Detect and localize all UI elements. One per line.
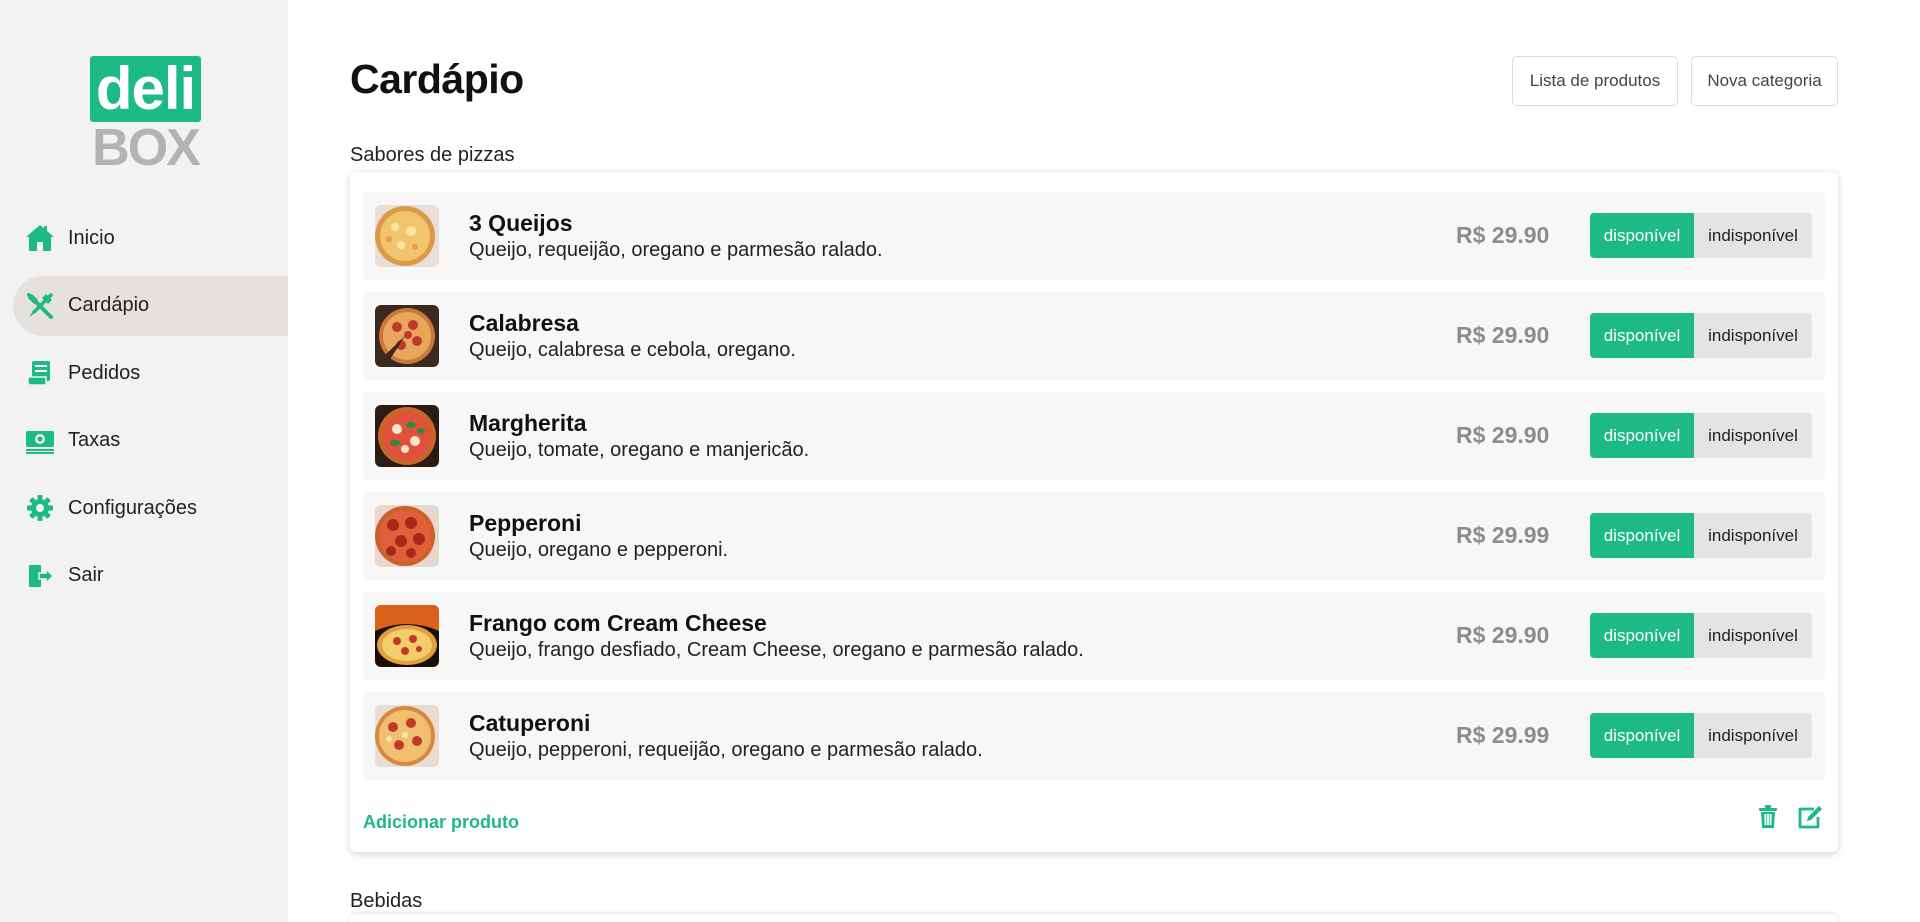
unavailable-button[interactable]: indisponível xyxy=(1694,613,1812,658)
unavailable-button[interactable]: indisponível xyxy=(1694,313,1812,358)
product-image xyxy=(375,305,439,367)
product-row[interactable]: Pepperoni Queijo, oregano e pepperoni. R… xyxy=(363,492,1825,580)
sidebar-nav: Inicio Cardápio Pedidos Taxas Configuraç… xyxy=(13,208,288,613)
product-image xyxy=(375,705,439,767)
product-list-button[interactable]: Lista de produtos xyxy=(1512,56,1678,106)
page-title: Cardápio xyxy=(350,56,524,102)
product-description: Queijo, frango desfiado, Cream Cheese, o… xyxy=(469,639,1084,661)
category-title: Sabores de pizzas xyxy=(350,144,515,166)
money-icon xyxy=(25,426,55,456)
product-name: Pepperoni xyxy=(469,510,582,536)
product-name: Frango com Cream Cheese xyxy=(469,610,767,636)
product-row[interactable]: Margherita Queijo, tomate, oregano e man… xyxy=(363,392,1825,480)
product-image xyxy=(375,605,439,667)
availability-toggle: disponível indisponível xyxy=(1590,413,1812,458)
product-image xyxy=(375,405,439,467)
logo-deli: deli xyxy=(90,56,201,122)
sidebar-item-label: Sair xyxy=(68,564,104,586)
availability-toggle: disponível indisponível xyxy=(1590,513,1812,558)
sidebar: deli BOX Inicio Cardápio Pedidos Taxas C… xyxy=(0,0,288,922)
product-row[interactable]: Calabresa Queijo, calabresa e cebola, or… xyxy=(363,292,1825,380)
product-row[interactable]: Frango com Cream Cheese Queijo, frango d… xyxy=(363,592,1825,680)
available-button[interactable]: disponível xyxy=(1590,413,1694,458)
product-description: Queijo, oregano e pepperoni. xyxy=(469,539,729,561)
product-description: Queijo, pepperoni, requeijão, oregano e … xyxy=(469,739,983,761)
product-price: R$ 29.90 xyxy=(1456,222,1550,248)
product-name: Calabresa xyxy=(469,310,579,336)
unavailable-button[interactable]: indisponível xyxy=(1694,513,1812,558)
available-button[interactable]: disponível xyxy=(1590,513,1694,558)
product-price: R$ 29.99 xyxy=(1456,522,1550,548)
delibox-logo[interactable]: deli BOX xyxy=(90,56,201,174)
sidebar-item-label: Pedidos xyxy=(68,361,141,384)
edit-icon[interactable] xyxy=(1796,803,1824,831)
available-button[interactable]: disponível xyxy=(1590,313,1694,358)
product-price: R$ 29.90 xyxy=(1456,622,1550,648)
product-image xyxy=(375,205,439,267)
sidebar-item-label: Cardápio xyxy=(68,294,150,316)
product-row[interactable]: 3 Queijos Queijo, requeijão, oregano e p… xyxy=(363,192,1825,280)
available-button[interactable]: disponível xyxy=(1590,713,1694,758)
product-image xyxy=(375,505,439,567)
sidebar-item-taxas[interactable]: Taxas xyxy=(13,411,288,471)
product-row[interactable]: Catuperoni Queijo, pepperoni, requeijão,… xyxy=(363,692,1825,780)
product-name: 3 Queijos xyxy=(469,210,573,236)
gear-icon xyxy=(25,493,55,523)
product-description: Queijo, tomate, oregano e manjericão. xyxy=(469,439,810,461)
available-button[interactable]: disponível xyxy=(1590,613,1694,658)
logout-icon xyxy=(25,561,55,591)
sidebar-item-label: Taxas xyxy=(68,429,121,451)
sidebar-item-inicio[interactable]: Inicio xyxy=(13,208,288,268)
category-card: 3 Queijos Queijo, requeijão, oregano e p… xyxy=(350,172,1838,852)
sidebar-item-label: Inicio xyxy=(68,226,115,249)
product-name: Catuperoni xyxy=(469,710,591,736)
product-price: R$ 29.90 xyxy=(1456,322,1550,348)
sidebar-item-sair[interactable]: Sair xyxy=(13,546,288,606)
category-card xyxy=(350,914,1838,922)
sidebar-item-configuracoes[interactable]: Configurações xyxy=(13,478,288,538)
logo-box: BOX xyxy=(92,119,201,177)
sidebar-item-pedidos[interactable]: Pedidos xyxy=(13,343,288,403)
unavailable-button[interactable]: indisponível xyxy=(1694,713,1812,758)
sidebar-item-cardapio[interactable]: Cardápio xyxy=(13,275,288,336)
add-product-link[interactable]: Adicionar produto xyxy=(363,812,519,833)
available-button[interactable]: disponível xyxy=(1590,213,1694,258)
trash-icon[interactable] xyxy=(1754,803,1782,831)
utensils-icon xyxy=(25,291,55,321)
availability-toggle: disponível indisponível xyxy=(1590,213,1812,258)
sidebar-item-label: Configurações xyxy=(68,496,197,519)
receipt-icon xyxy=(25,358,55,388)
availability-toggle: disponível indisponível xyxy=(1590,313,1812,358)
availability-toggle: disponível indisponível xyxy=(1590,713,1812,758)
product-description: Queijo, calabresa e cebola, oregano. xyxy=(469,339,796,361)
availability-toggle: disponível indisponível xyxy=(1590,613,1812,658)
unavailable-button[interactable]: indisponível xyxy=(1694,413,1812,458)
product-price: R$ 29.90 xyxy=(1456,422,1550,448)
product-description: Queijo, requeijão, oregano e parmesão ra… xyxy=(469,239,883,261)
unavailable-button[interactable]: indisponível xyxy=(1694,213,1812,258)
home-icon xyxy=(25,223,55,253)
new-category-button[interactable]: Nova categoria xyxy=(1691,56,1838,106)
category-title: Bebidas xyxy=(350,890,423,912)
product-name: Margherita xyxy=(469,410,587,436)
product-price: R$ 29.99 xyxy=(1456,722,1550,748)
